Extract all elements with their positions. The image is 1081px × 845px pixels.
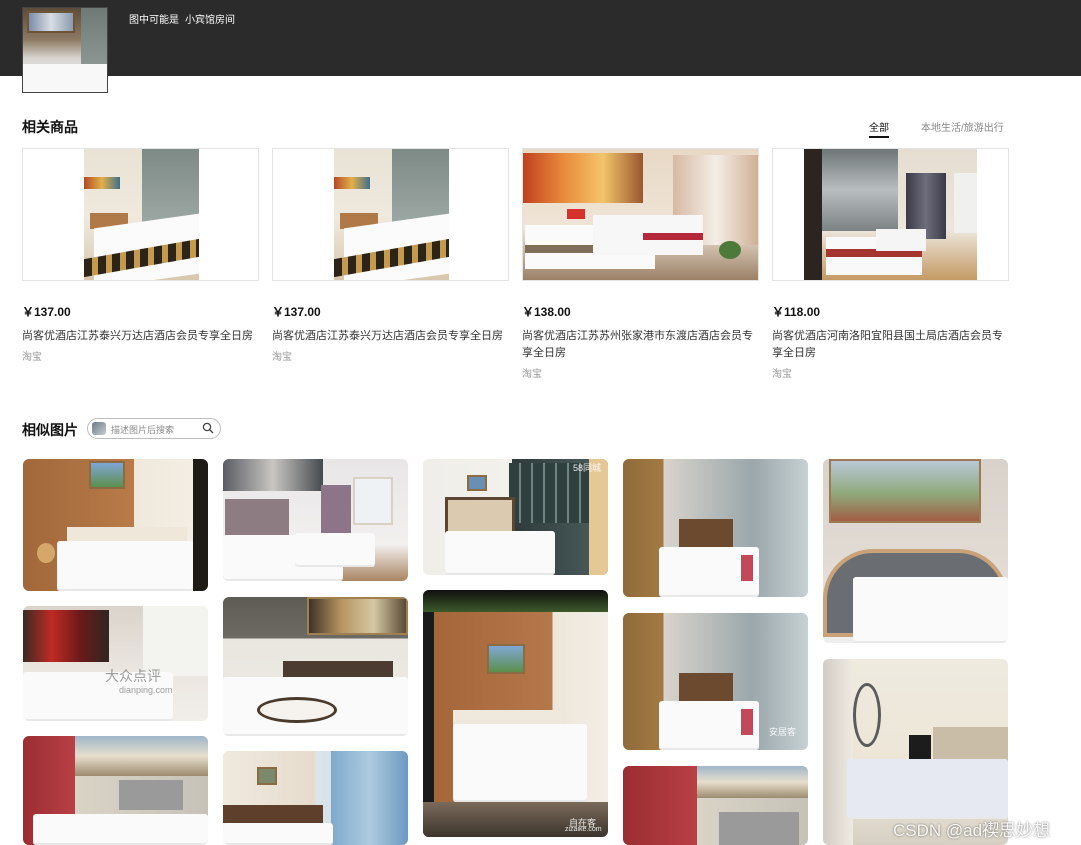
search-icon[interactable]: [202, 422, 214, 434]
products-section-title: 相关商品: [22, 119, 78, 135]
product-name[interactable]: 尚客优酒店江苏泰兴万达店酒店会员专享全日房: [272, 328, 504, 345]
similar-image[interactable]: [23, 459, 208, 591]
product-card[interactable]: ￥137.00 尚客优酒店江苏泰兴万达店酒店会员专享全日房 淘宝: [22, 148, 259, 363]
filter-all-tab[interactable]: 全部: [869, 119, 889, 138]
product-source: 淘宝: [522, 369, 542, 380]
similar-image[interactable]: 安居客: [623, 613, 808, 750]
filter-local-travel-tab[interactable]: 本地生活/旅游出行: [921, 119, 1004, 134]
watermark-58: 58同城: [573, 463, 602, 473]
similar-image[interactable]: [223, 459, 408, 581]
similar-image[interactable]: [623, 459, 808, 597]
product-price: ￥137.00: [272, 305, 321, 319]
image-icon: [92, 422, 106, 435]
product-name[interactable]: 尚客优酒店江苏泰兴万达店酒店会员专享全日房: [22, 328, 254, 345]
guess-label: 图中可能是: [129, 15, 179, 26]
watermark-zizaike-url: zizaike.com: [565, 826, 602, 833]
product-source: 淘宝: [22, 352, 42, 363]
similar-image[interactable]: [223, 597, 408, 736]
product-image[interactable]: [22, 148, 259, 281]
product-price: ￥118.00: [772, 305, 821, 319]
similar-image[interactable]: [823, 459, 1008, 643]
product-source: 淘宝: [772, 369, 792, 380]
product-card[interactable]: ￥137.00 尚客优酒店江苏泰兴万达店酒店会员专享全日房 淘宝: [272, 148, 509, 363]
image-guess: 图中可能是 小宾馆房间: [129, 11, 235, 26]
product-price: ￥138.00: [522, 305, 571, 319]
similar-section-title: 相似图片: [22, 422, 78, 438]
product-image[interactable]: [772, 148, 1009, 281]
watermark-anjuke: 安居客: [769, 727, 797, 737]
similar-image[interactable]: 自在客 zizaike.com: [423, 590, 608, 837]
product-price: ￥137.00: [22, 305, 71, 319]
similar-image[interactable]: 大众点评 dianping.com: [23, 606, 208, 721]
product-image[interactable]: [522, 148, 759, 281]
similar-image[interactable]: 58同城: [423, 459, 608, 575]
guess-value[interactable]: 小宾馆房间: [185, 15, 235, 26]
similar-image[interactable]: [23, 736, 208, 845]
product-card[interactable]: ￥118.00 尚客优酒店河南洛阳宜阳县国土局店酒店会员专享全日房 淘宝: [772, 148, 1009, 380]
product-name[interactable]: 尚客优酒店河南洛阳宜阳县国土局店酒店会员专享全日房: [772, 328, 1004, 362]
watermark-dianping-url: dianping.com: [119, 685, 173, 695]
product-name[interactable]: 尚客优酒店江苏苏州张家港市东渡店酒店会员专享全日房: [522, 328, 754, 362]
watermark-dianping: 大众点评: [105, 668, 161, 684]
image-search-box[interactable]: 描述图片后搜索: [87, 418, 221, 439]
similar-image[interactable]: [223, 751, 408, 845]
csdn-watermark: CSDN @ad禊思妙想: [893, 821, 1051, 840]
product-card[interactable]: ￥138.00 尚客优酒店江苏苏州张家港市东渡店酒店会员专享全日房 淘宝: [522, 148, 759, 380]
search-input[interactable]: 描述图片后搜索: [111, 423, 174, 436]
product-source: 淘宝: [272, 352, 292, 363]
product-image[interactable]: [272, 148, 509, 281]
similar-image[interactable]: [623, 766, 808, 845]
query-image-thumbnail[interactable]: [22, 7, 108, 93]
